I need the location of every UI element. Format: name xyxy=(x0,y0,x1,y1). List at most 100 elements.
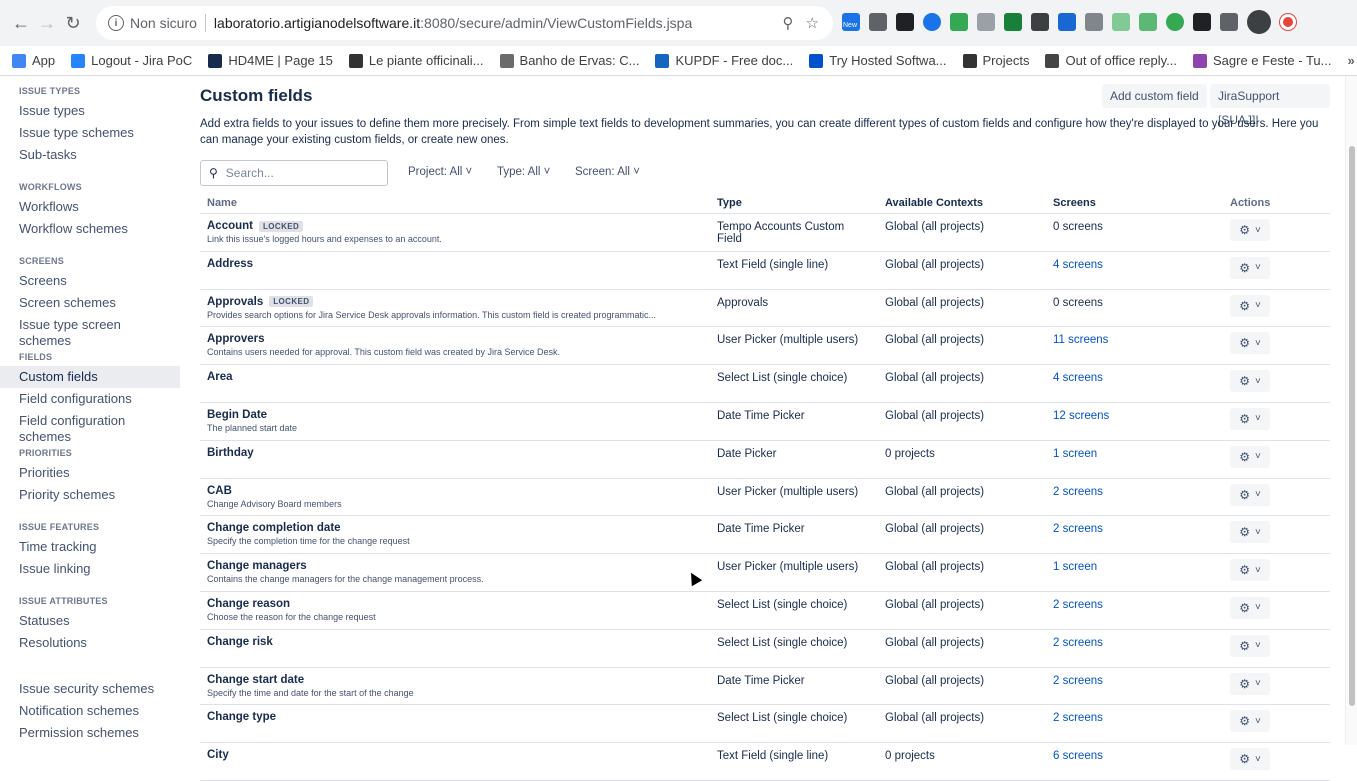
screens-link[interactable]: 12 screens xyxy=(1053,410,1109,422)
extension-car-icon[interactable] xyxy=(896,13,914,31)
screens-link[interactable]: 2 screens xyxy=(1053,712,1103,724)
bookmark-item[interactable]: Projects xyxy=(962,53,1029,68)
sidebar-item-issue-type-schemes[interactable]: Issue type schemes xyxy=(0,122,180,144)
extension-new-icon[interactable]: New xyxy=(842,13,860,31)
extension-pencil-icon[interactable] xyxy=(1112,13,1130,31)
bookmark-item[interactable]: KUPDF - Free doc... xyxy=(655,53,793,68)
extension-doc-icon[interactable] xyxy=(1058,13,1076,31)
screens-link[interactable]: 2 screens xyxy=(1053,637,1103,649)
extension-green-icon[interactable] xyxy=(1004,13,1022,31)
bookmark-item[interactable]: Le piante officinali... xyxy=(348,53,484,68)
sidebar-item-field-configuration-schemes[interactable]: Field configuration schemes xyxy=(0,410,180,444)
page-scrollbar[interactable] xyxy=(1345,76,1357,745)
extension-leaf-icon[interactable] xyxy=(950,13,968,31)
screens-link[interactable]: 2 screens xyxy=(1053,523,1103,535)
bookmark-item[interactable]: HD4ME | Page 15 xyxy=(208,53,333,68)
column-header-type[interactable]: Type xyxy=(710,194,878,213)
actions-dropdown-button[interactable]: ⚙ ˅ xyxy=(1230,521,1270,544)
extension-grid-icon[interactable] xyxy=(977,13,995,31)
sidebar-item-issue-types[interactable]: Issue types xyxy=(0,100,180,122)
actions-dropdown-button[interactable]: ⚙ ˅ xyxy=(1230,672,1270,695)
actions-dropdown-button[interactable]: ⚙ ˅ xyxy=(1230,483,1270,506)
bookmark-item[interactable]: Banho de Ervas: C... xyxy=(499,53,639,68)
sidebar-item-screens[interactable]: Screens xyxy=(0,270,180,292)
sidebar-item-priorities[interactable]: Priorities xyxy=(0,462,180,484)
sidebar-item-priority-schemes[interactable]: Priority schemes xyxy=(0,484,180,506)
scrollbar-thumb[interactable] xyxy=(1349,146,1355,706)
recording-icon[interactable] xyxy=(1280,14,1296,30)
jira-support-button[interactable]: JiraSupport [SUAJ]! xyxy=(1210,84,1330,127)
search-input[interactable]: ⚲ Search... xyxy=(200,160,388,186)
extensions-puzzle-icon[interactable] xyxy=(1193,13,1211,31)
bookmarks-overflow-icon[interactable]: » xyxy=(1348,53,1355,68)
address-bar[interactable]: i Non sicuro laboratorio.artigianodelsof… xyxy=(96,6,833,40)
type-filter-label: Type: All xyxy=(497,166,541,178)
actions-dropdown-button[interactable]: ⚙ ˅ xyxy=(1230,596,1270,619)
extension-tool-icon[interactable] xyxy=(1085,13,1103,31)
bookmark-item[interactable]: App xyxy=(12,53,55,68)
field-name-cell: Approvals LOCKED Provides search options f… xyxy=(200,290,710,327)
sidebar-item-workflow-schemes[interactable]: Workflow schemes xyxy=(0,218,180,240)
screens-link[interactable]: 2 screens xyxy=(1053,675,1103,687)
actions-dropdown-button[interactable]: ⚙ ˅ xyxy=(1230,559,1270,582)
screen-filter[interactable]: Screen: All ˅ xyxy=(575,166,640,178)
forward-arrow-icon[interactable]: → xyxy=(34,10,60,36)
actions-dropdown-button[interactable]: ⚙ ˅ xyxy=(1230,445,1270,468)
actions-dropdown-button[interactable]: ⚙ ˅ xyxy=(1230,332,1270,355)
sidebar-item-notification-schemes[interactable]: Notification schemes xyxy=(0,700,180,722)
bookmark-item[interactable]: Sagre e Feste - Tu... xyxy=(1193,53,1332,68)
sidebar-item-workflows[interactable]: Workflows xyxy=(0,196,180,218)
type-filter[interactable]: Type: All ˅ xyxy=(497,166,550,178)
field-type-cell: Date Time Picker xyxy=(717,523,805,536)
screens-link[interactable]: 2 screens xyxy=(1053,486,1103,498)
reload-icon[interactable]: ↻ xyxy=(60,10,86,36)
bookmark-star-icon[interactable]: ☆ xyxy=(806,14,819,32)
bookmark-item[interactable]: Logout - Jira PoC xyxy=(71,53,192,68)
actions-dropdown-button[interactable]: ⚙ ˅ xyxy=(1230,407,1270,430)
screens-link[interactable]: 2 screens xyxy=(1053,599,1103,611)
sidebar-item-resolutions[interactable]: Resolutions xyxy=(0,632,180,654)
sidebar-item-time-tracking[interactable]: Time tracking xyxy=(0,536,180,558)
screens-link[interactable]: 4 screens xyxy=(1053,372,1103,384)
screens-link[interactable]: 6 screens xyxy=(1053,750,1103,762)
extension-turtle-icon[interactable] xyxy=(1166,13,1184,31)
bookmark-item[interactable]: Out of office reply... xyxy=(1045,53,1177,68)
zoom-icon[interactable]: ⚲ xyxy=(783,14,794,32)
actions-dropdown-button[interactable]: ⚙ ˅ xyxy=(1230,710,1270,733)
screens-link[interactable]: 1 screen xyxy=(1053,561,1097,573)
sidebar-item-field-configurations[interactable]: Field configurations xyxy=(0,388,180,410)
actions-dropdown-button[interactable]: ⚙ ˅ xyxy=(1230,748,1270,771)
field-screens-cell: 0 screens xyxy=(1046,214,1214,251)
project-filter[interactable]: Project: All ˅ xyxy=(408,166,472,178)
back-arrow-icon[interactable]: ← xyxy=(8,10,34,36)
extension-g-icon[interactable] xyxy=(869,13,887,31)
field-type-cell: Select List (single choice) xyxy=(717,372,848,385)
sidebar-item-issue-linking[interactable]: Issue linking xyxy=(0,558,180,580)
sidebar-item-sub-tasks[interactable]: Sub-tasks xyxy=(0,144,180,166)
actions-dropdown-button[interactable]: ⚙ ˅ xyxy=(1230,370,1270,393)
extension-chat-icon[interactable] xyxy=(923,13,941,31)
bookmark-item[interactable]: Try Hosted Softwa... xyxy=(809,53,947,68)
actions-dropdown-button[interactable]: ⚙ ˅ xyxy=(1230,256,1270,279)
screens-link[interactable]: 4 screens xyxy=(1053,259,1103,271)
extension-cloud-icon[interactable] xyxy=(1139,13,1157,31)
actions-dropdown-button[interactable]: ⚙ ˅ xyxy=(1230,294,1270,317)
sidebar-item-custom-fields[interactable]: Custom fields xyxy=(0,366,180,388)
profile-avatar[interactable] xyxy=(1247,10,1271,34)
media-queue-icon[interactable] xyxy=(1220,13,1238,31)
column-header-name[interactable]: Name xyxy=(200,194,710,213)
extension-se-icon[interactable] xyxy=(1031,13,1049,31)
add-custom-field-button[interactable]: Add custom field xyxy=(1102,84,1207,108)
sidebar-item-issue-type-screen-schemes[interactable]: Issue type screen schemes xyxy=(0,314,180,348)
sidebar-item-permission-schemes[interactable]: Permission schemes xyxy=(0,722,180,744)
field-name-wrap: Address xyxy=(207,258,703,270)
actions-dropdown-button[interactable]: ⚙ ˅ xyxy=(1230,634,1270,657)
bookmark-favicon-icon xyxy=(348,53,363,68)
sidebar-item-screen-schemes[interactable]: Screen schemes xyxy=(0,292,180,314)
sidebar-item-statuses[interactable]: Statuses xyxy=(0,610,180,632)
screens-link[interactable]: 1 screen xyxy=(1053,448,1097,460)
sidebar-item-issue-security-schemes[interactable]: Issue security schemes xyxy=(0,678,180,700)
info-icon[interactable]: i xyxy=(108,15,124,31)
screens-link[interactable]: 11 screens xyxy=(1053,334,1108,346)
actions-dropdown-button[interactable]: ⚙ ˅ xyxy=(1230,219,1270,241)
